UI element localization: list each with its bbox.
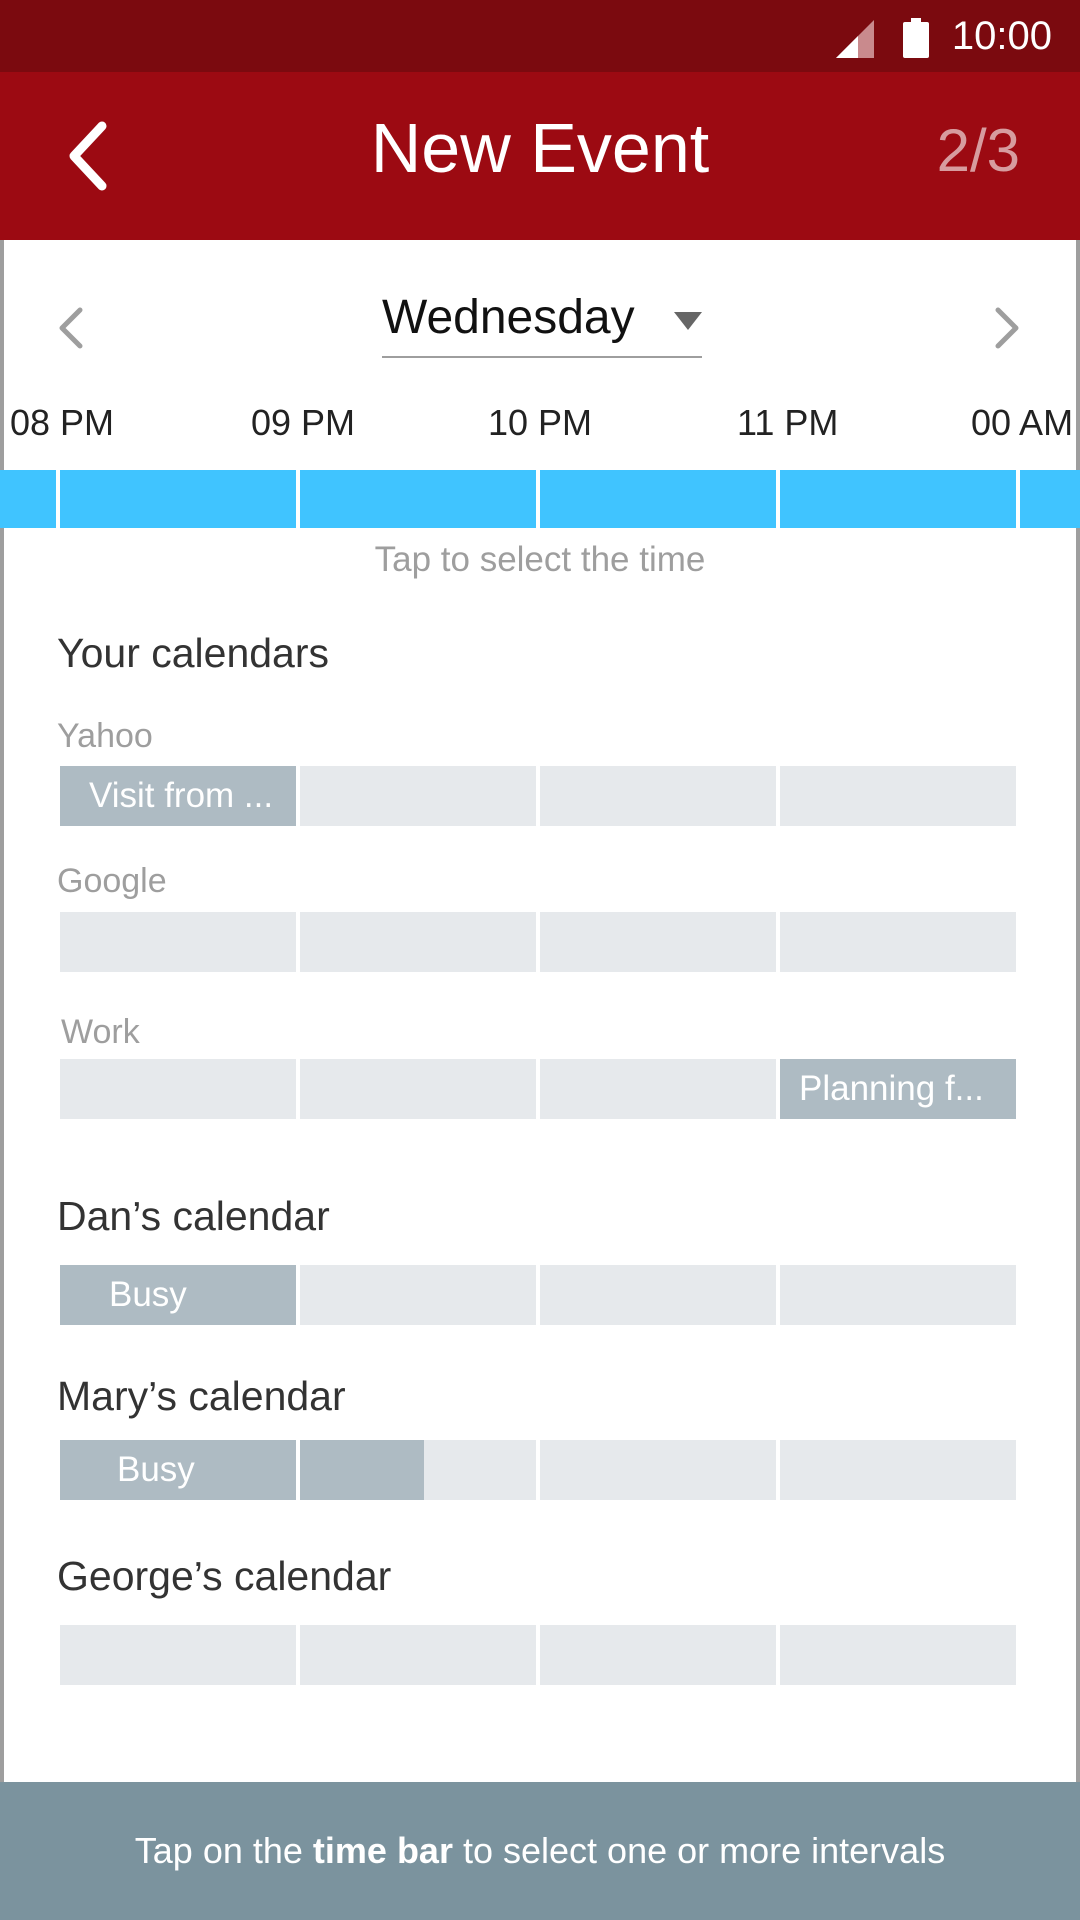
footer-text-before: Tap on the (134, 1830, 313, 1871)
calendar-slot-busy[interactable]: Visit from ... (60, 766, 296, 826)
dans-calendar-title: Dan’s calendar (57, 1193, 330, 1239)
your-calendars-title: Your calendars (57, 630, 330, 676)
calendar-slot (780, 1265, 1016, 1325)
calendar-slot (780, 766, 1016, 826)
status-time: 10:00 (951, 14, 1052, 58)
calendar-slot (60, 1059, 296, 1119)
footer-text-bold: time bar (312, 1830, 453, 1871)
calendar-slot-busy[interactable]: Planning f... (780, 1059, 1016, 1119)
event-title: Visit from ... (89, 776, 274, 815)
busy-label: Busy (109, 1275, 187, 1314)
calendar-slot (780, 1625, 1016, 1685)
status-bar: 10:00 (0, 0, 1080, 72)
time-bar-segment[interactable] (0, 470, 56, 528)
footer-text-after: to select one or more intervals (452, 1830, 946, 1871)
calendar-slot-busy: Busy (60, 1440, 296, 1500)
day-dropdown[interactable]: Wednesday (382, 282, 702, 358)
app-bar: New Event 2/3 (0, 72, 1080, 240)
calendar-slot (300, 1059, 536, 1119)
calendar-slot (540, 766, 776, 826)
calendar-slot (540, 1265, 776, 1325)
hour-label: 00 AM (971, 402, 1074, 443)
hour-label: 08 PM (10, 402, 115, 443)
time-bar[interactable] (0, 470, 1080, 528)
hour-label: 09 PM (251, 402, 356, 443)
calendar-slot (540, 1625, 776, 1685)
calendar-slot (300, 1625, 536, 1685)
time-bar-segment[interactable] (540, 470, 776, 528)
calendar-slot (60, 912, 296, 972)
calendar-label-work: Work (61, 1013, 140, 1051)
calendar-slot (780, 1440, 1016, 1500)
calendar-label-yahoo: Yahoo (57, 717, 153, 755)
calendar-slot (60, 1625, 296, 1685)
busy-label: Busy (117, 1450, 195, 1489)
selected-day: Wednesday (382, 291, 635, 344)
calendar-slot-busy-partial (300, 1440, 424, 1500)
battery-icon (903, 18, 929, 58)
page-title: New Event (370, 109, 710, 187)
calendar-label-google: Google (57, 862, 167, 900)
calendar-slot (540, 912, 776, 972)
footer-hint: Tap on the time bar to select one or mor… (0, 1830, 1080, 1872)
event-title: Planning f... (799, 1069, 984, 1108)
hour-label: 11 PM (737, 402, 839, 443)
calendar-slot (780, 912, 1016, 972)
calendar-slot (300, 912, 536, 972)
step-counter: 2/3 (936, 117, 1020, 184)
calendar-slot (540, 1059, 776, 1119)
georges-calendar-title: George’s calendar (57, 1553, 392, 1599)
dropdown-arrow-icon (674, 312, 702, 330)
previous-day-icon[interactable] (54, 304, 90, 352)
footer-hint-bar: Tap on the time bar to select one or mor… (0, 1782, 1080, 1920)
next-day-icon[interactable] (988, 304, 1024, 352)
time-bar-segment[interactable] (1020, 470, 1080, 528)
calendar-slot (300, 766, 536, 826)
time-bar-segment[interactable] (60, 470, 296, 528)
time-bar-segment[interactable] (300, 470, 536, 528)
time-bar-segment[interactable] (780, 470, 1016, 528)
time-bar-hint: Tap to select the time (374, 540, 706, 579)
hour-label: 10 PM (488, 402, 593, 443)
calendar-slot-busy: Busy (60, 1265, 296, 1325)
calendar-slot (540, 1440, 776, 1500)
calendar-slot (300, 1265, 536, 1325)
marys-calendar-title: Mary’s calendar (57, 1373, 346, 1419)
signal-icon (836, 20, 874, 58)
